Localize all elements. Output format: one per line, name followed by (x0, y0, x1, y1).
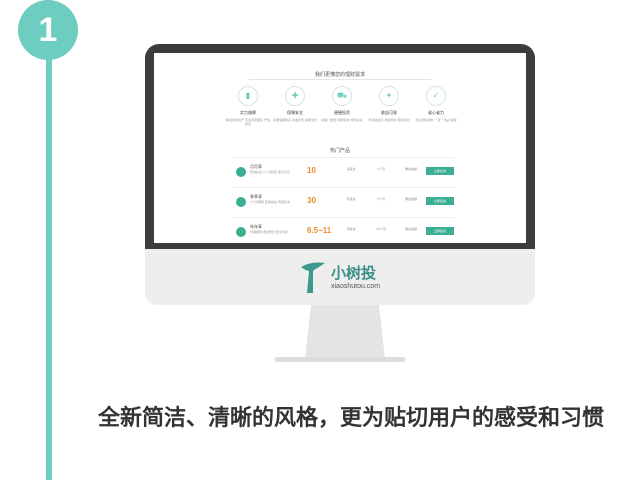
feature-desc: 精选优质资产 专业风控团队 严选把关 (226, 118, 270, 126)
monitor-chin: 小树投 xiaoshutou.com (145, 249, 535, 305)
products-heading: 热门产品 (329, 148, 350, 154)
product-row: 年年享 长期理财 收益稳定 安全可靠 6.5~11 可投资 12个月 剩余金额 … (232, 217, 454, 243)
brand-logo: 小树投 xiaoshutou.com (297, 259, 380, 295)
feature-desc: 专业团队服务 一对一 贴心客服 (415, 118, 457, 122)
feature-title: 便捷投资 (334, 110, 350, 115)
feature-item: ⛟ 便捷投资 起投门槛低 随时随地 轻松投资 (320, 86, 364, 126)
product-col-2: 1个月 (377, 167, 385, 171)
product-rate: 6.5~11 (307, 226, 332, 235)
feature-desc: 起投门槛低 随时随地 轻松投资 (321, 118, 363, 122)
product-row: 月月享 稳健投资 1个月起投 按月付息 10 可投资 1个月 剩余金额 立即投资 (232, 157, 454, 187)
product-rate: 30 (307, 196, 316, 205)
feature-title: 保障安全 (287, 110, 303, 115)
feature-title: 实力雄厚 (240, 110, 256, 115)
product-icon (236, 167, 246, 177)
product-icon (236, 227, 246, 237)
invest-button[interactable]: 立即投资 (426, 167, 454, 175)
screen-title: 我们更懂您的理财需求 (314, 72, 365, 78)
cart-icon: ⛟ (332, 86, 352, 106)
product-col-3: 剩余金额 (404, 227, 417, 231)
product-desc: 3个月期限 稳健收益 到期还本 (250, 200, 290, 204)
product-rate: 10 (307, 166, 316, 175)
product-col-2: 3个月 (377, 197, 385, 201)
coin-icon: ✦ (379, 86, 399, 106)
product-desc: 稳健投资 1个月起投 按月付息 (250, 170, 290, 174)
product-list: 月月享 稳健投资 1个月起投 按月付息 10 可投资 1个月 剩余金额 立即投资… (232, 157, 454, 243)
divider (249, 79, 431, 80)
check-icon: ✓ (426, 86, 446, 106)
feature-row: ▮ 实力雄厚 精选优质资产 专业风控团队 严选把关 ✚ 保障安全 多重保障体系 … (226, 86, 458, 126)
chart-icon: ▮ (238, 86, 258, 106)
feature-item: ▮ 实力雄厚 精选优质资产 专业风控团队 严选把关 (226, 86, 270, 126)
timeline-bar (46, 40, 52, 480)
tree-logo-icon (301, 262, 325, 293)
monitor-stand-neck (305, 305, 385, 359)
monitor-stand-base (275, 357, 405, 362)
product-col-1: 可投资 (346, 227, 356, 231)
feature-desc: 年化收益高 稳健增值 按时回款 (368, 118, 410, 122)
invest-button[interactable]: 立即投资 (426, 227, 454, 235)
product-col-2: 12个月 (376, 227, 386, 231)
monitor-bezel: 我们更懂您的理财需求 ▮ 实力雄厚 精选优质资产 专业风控团队 严选把关 ✚ 保… (145, 44, 535, 249)
product-col-1: 可投资 (346, 167, 356, 171)
logo-text-cn: 小树投 (331, 263, 377, 282)
feature-desc: 多重保障体系 资金托管 保障无忧 (273, 118, 317, 122)
product-col-3: 剩余金额 (404, 197, 417, 201)
logo-text-en: xiaoshutou.com (331, 282, 381, 290)
product-row: 季季享 3个月期限 稳健收益 到期还本 30 可投资 3个月 剩余金额 立即投资 (232, 187, 454, 217)
feature-title: 收益可观 (381, 110, 397, 115)
feature-item: ✓ 省心省力 专业团队服务 一对一 贴心客服 (414, 86, 458, 126)
monitor-illustration: 我们更懂您的理财需求 ▮ 实力雄厚 精选优质资产 专业风控团队 严选把关 ✚ 保… (145, 44, 535, 305)
shield-icon: ✚ (285, 86, 305, 106)
invest-button[interactable]: 立即投资 (426, 197, 454, 205)
product-col-3: 剩余金额 (404, 167, 417, 171)
monitor-screen: 我们更懂您的理财需求 ▮ 实力雄厚 精选优质资产 专业风控团队 严选把关 ✚ 保… (154, 53, 526, 243)
caption-text: 全新简洁、清晰的风格，更为贴切用户的感受和习惯 (98, 406, 605, 431)
product-desc: 长期理财 收益稳定 安全可靠 (250, 230, 288, 234)
step-number-badge: 1 (18, 0, 78, 60)
product-icon (236, 197, 246, 207)
feature-title: 省心省力 (428, 110, 444, 115)
product-col-1: 可投资 (346, 197, 356, 201)
feature-item: ✚ 保障安全 多重保障体系 资金托管 保障无忧 (273, 86, 317, 126)
feature-item: ✦ 收益可观 年化收益高 稳健增值 按时回款 (367, 86, 411, 126)
